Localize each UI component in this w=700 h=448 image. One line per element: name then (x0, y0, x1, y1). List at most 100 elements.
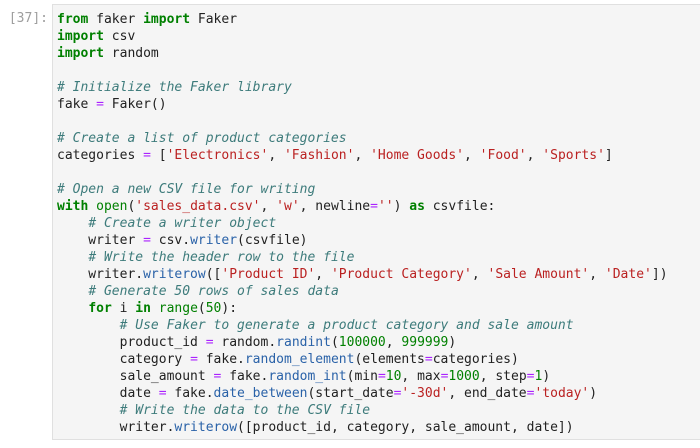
code-text: ) (542, 369, 551, 384)
number-literal: 1000 (448, 369, 480, 384)
operator: = (143, 233, 151, 248)
code-text: , (471, 267, 488, 282)
code-text: ( (330, 335, 339, 350)
code-line: # Generate 50 rows of sales data (57, 283, 668, 300)
code-text: i (111, 301, 136, 316)
code-text: csvfile: (424, 199, 496, 214)
code-text: csv (103, 29, 136, 44)
code-line: writer = csv.writer(csvfile) (57, 232, 668, 249)
number-literal: 10 (385, 369, 402, 384)
code-text: writer (57, 233, 144, 248)
code-cell-editor[interactable]: from faker import Faker import csv import … (52, 4, 700, 440)
code-text: categories) (432, 352, 519, 367)
code-text: ) (448, 335, 457, 350)
code-line: # Initialize the Faker library (57, 79, 668, 96)
code-content[interactable]: from faker import Faker import csv import … (57, 11, 668, 436)
code-text: (elements (354, 352, 425, 367)
number-literal: 100000 (338, 335, 386, 350)
operator: = (190, 352, 198, 367)
code-line: import csv (57, 28, 668, 45)
code-text: writer. (57, 267, 144, 282)
code-text: faker (88, 12, 144, 27)
code-text: date (57, 386, 159, 401)
code-text: ]) (651, 267, 668, 282)
comment: # Use Faker to generate a product catego… (119, 318, 574, 333)
code-text: fake. (166, 386, 214, 401)
code-line: # Create a list of product categories (57, 130, 668, 147)
comment: # Initialize the Faker library (57, 80, 292, 95)
code-text: sale_amount (57, 369, 214, 384)
keyword: as (409, 199, 425, 214)
property: random_element (244, 352, 355, 367)
code-line: # Write the data to the CSV file (57, 402, 668, 419)
operator: = (158, 386, 167, 401)
number-literal: 50 (205, 301, 222, 316)
code-text: [ (150, 148, 167, 163)
code-text: random. (213, 335, 277, 350)
code-line: # Open a new CSV file for writing (57, 181, 668, 198)
code-text: , newline (299, 199, 371, 214)
number-literal: 999999 (401, 335, 449, 350)
code-text: fake (57, 97, 97, 112)
execution-count: [37]: (8, 11, 48, 26)
string-literal: '' (377, 199, 394, 214)
operator: = (205, 335, 214, 350)
code-text: random (103, 46, 159, 61)
code-text: product_id (57, 335, 206, 350)
code-line: date = fake.date_between(start_date='-30… (57, 385, 668, 402)
string-literal: 'Fashion' (283, 148, 355, 163)
operator: = (424, 352, 433, 367)
builtin: range (158, 301, 198, 316)
builtin: open (96, 199, 128, 214)
property: randint (276, 335, 331, 350)
code-line: category = fake.random_element(elements=… (57, 351, 668, 368)
code-text: , (526, 148, 543, 163)
comment: # Write the data to the CSV file (119, 403, 371, 418)
comment: # Create a list of product categories (57, 131, 347, 146)
operator: = (96, 97, 104, 112)
code-line: writer.writerow([product_id, category, s… (57, 419, 668, 436)
code-text: (start_date (307, 386, 394, 401)
operator: = (143, 148, 151, 163)
string-literal: 'Electronics' (166, 148, 269, 163)
property: date_between (213, 386, 308, 401)
code-text: , (464, 148, 480, 163)
code-line: # Write the header row to the file (57, 249, 668, 266)
comment: # Write the header row to the file (88, 250, 355, 265)
code-line: writer.writerow(['Product ID', 'Product … (57, 266, 668, 283)
property: writerow (174, 420, 238, 435)
code-text: Faker (190, 12, 238, 27)
code-line: sale_amount = fake.random_int(min=10, ma… (57, 368, 668, 385)
keyword: from (57, 12, 89, 27)
code-text: ( (197, 301, 206, 316)
keyword: import (57, 46, 104, 61)
code-line: fake = Faker() (57, 96, 668, 113)
string-literal: 'sales_data.csv' (135, 199, 261, 214)
code-text: , (268, 148, 284, 163)
code-text: , (385, 335, 402, 350)
keyword: in (135, 301, 151, 316)
comment: # Generate 50 rows of sales data (88, 284, 339, 299)
code-text: (csvfile) (237, 233, 308, 248)
string-literal: 'Sports' (542, 148, 605, 163)
string-literal: '-30d' (401, 386, 449, 401)
code-text: , end_date (448, 386, 527, 401)
code-text: (min (346, 369, 378, 384)
code-text: categories (57, 148, 144, 163)
string-literal: 'Date' (604, 267, 652, 282)
property: random_int (268, 369, 347, 384)
keyword: import (143, 12, 191, 27)
code-line: for i in range(50): (57, 300, 668, 317)
code-text: ) (393, 199, 410, 214)
code-line: # Use Faker to generate a product catego… (57, 317, 668, 334)
code-text: fake. (197, 352, 245, 367)
string-literal: 'Home Goods' (370, 148, 465, 163)
code-text: ): (221, 301, 238, 316)
code-text: , (315, 267, 331, 282)
